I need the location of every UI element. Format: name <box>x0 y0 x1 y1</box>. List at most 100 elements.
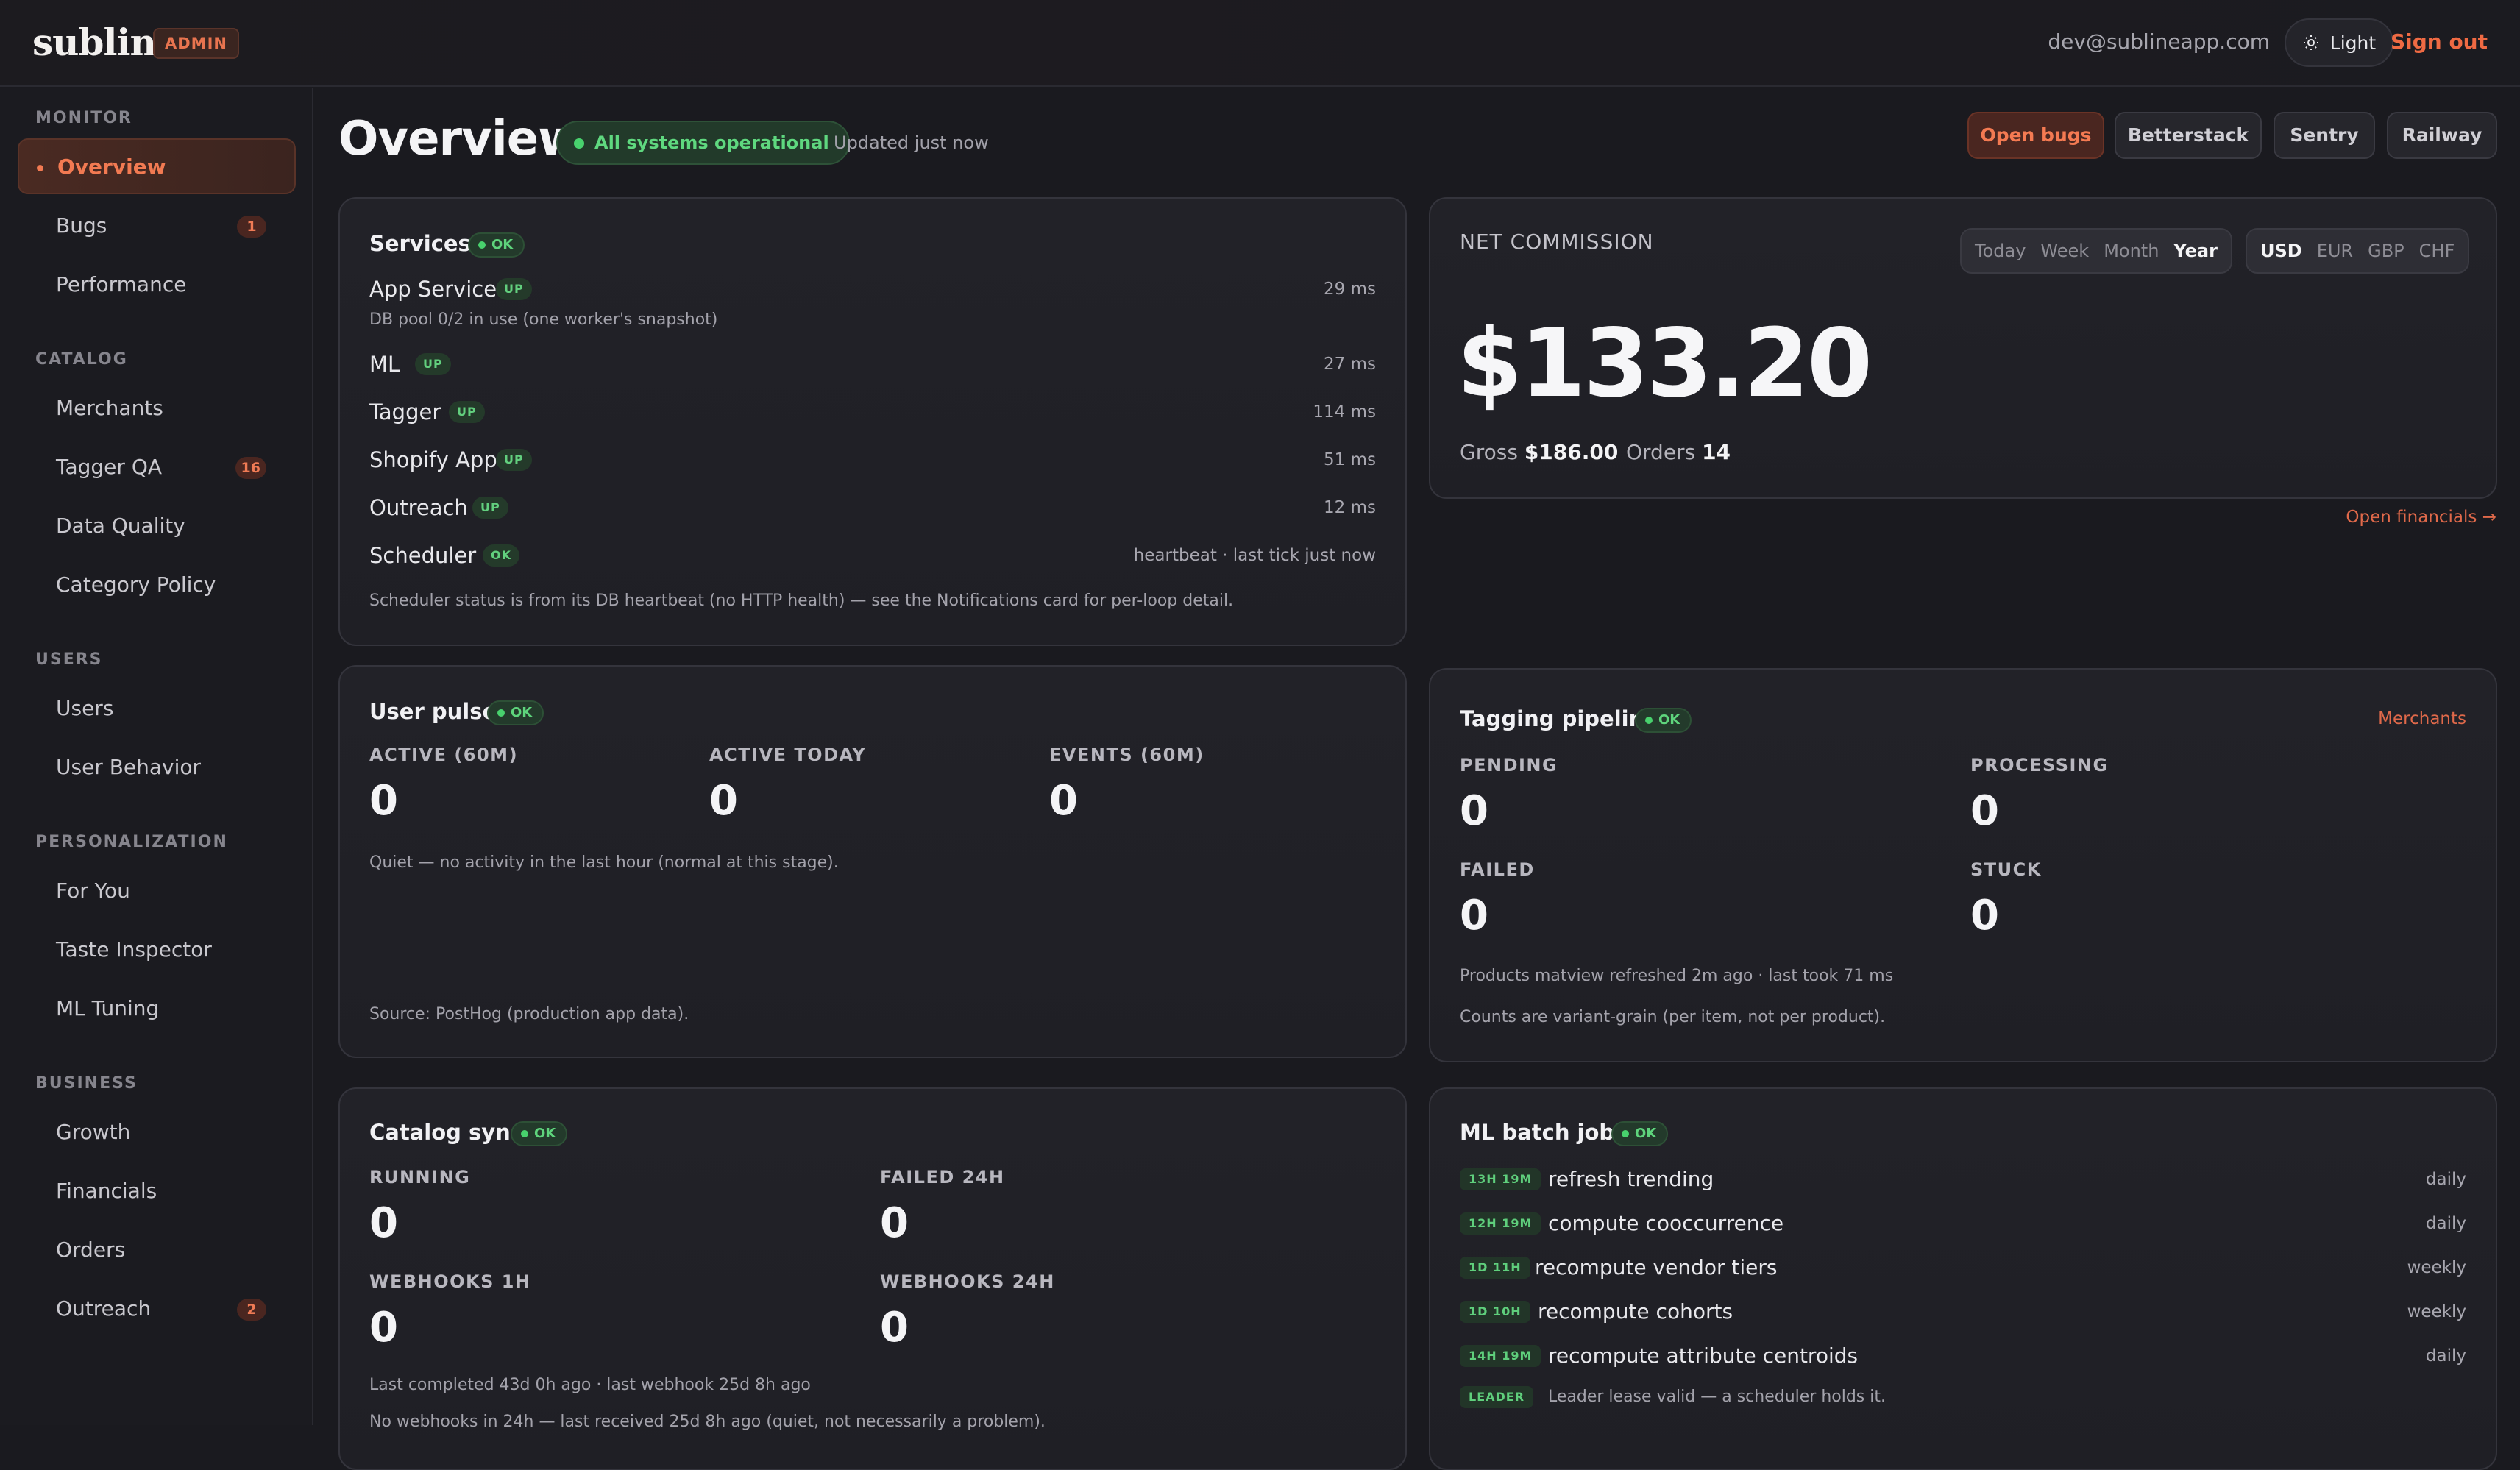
net-commission-amount: $133.20 <box>1457 309 1873 419</box>
period-today[interactable]: Today <box>1967 241 2033 261</box>
sentry-button[interactable]: Sentry <box>2274 112 2375 159</box>
period-selector: Today Week Month Year <box>1960 228 2232 274</box>
service-name: Shopify App <box>369 447 497 472</box>
service-latency: 114 ms <box>1313 402 1376 422</box>
service-name: Tagger <box>369 400 441 425</box>
sidebar-item-growth[interactable]: Growth <box>18 1104 296 1160</box>
stat-label: PROCESSING <box>1970 755 2109 775</box>
theme-label: Light <box>2329 32 2377 54</box>
job-frequency: daily <box>2425 1346 2466 1366</box>
status-dot-icon <box>478 241 486 249</box>
sidebar-item-for-you[interactable]: For You <box>18 862 296 918</box>
user-pulse-source: Source: PostHog (production app data). <box>369 1005 689 1023</box>
service-status-badge: UP <box>472 497 508 519</box>
currency-usd[interactable]: USD <box>2253 241 2310 261</box>
sidebar-item-user-behavior[interactable]: User Behavior <box>18 739 296 795</box>
system-status-badge: All systems operational <box>556 121 850 165</box>
services-footnote: Scheduler status is from its DB heartbea… <box>369 592 1234 610</box>
sidebar-item-category-policy[interactable]: Category Policy <box>18 556 296 612</box>
stat-value: 0 <box>709 777 738 825</box>
service-latency: heartbeat · last tick just now <box>1133 546 1376 565</box>
sidebar-item-outreach[interactable]: Outreach 2 <box>18 1280 296 1336</box>
services-card: Services OK App Service UP 29 ms DB pool… <box>338 197 1407 646</box>
job-age-badge: 1D 11H <box>1460 1257 1530 1279</box>
currency-gbp[interactable]: GBP <box>2360 241 2412 261</box>
sidebar-item-data-quality[interactable]: Data Quality <box>18 497 296 553</box>
user-email: dev@sublineapp.com <box>2048 29 2270 54</box>
gross-summary: Gross $186.00 <box>1460 440 1618 464</box>
orders-label: Orders <box>1626 440 1696 464</box>
nav-section-catalog: CATALOG <box>35 350 128 369</box>
railway-button[interactable]: Railway <box>2387 112 2497 159</box>
nav-section-users: USERS <box>35 650 103 669</box>
updated-timestamp: Updated just now <box>834 132 989 153</box>
open-financials-link[interactable]: Open financials → <box>2346 508 2496 527</box>
sidebar-item-label: ML Tuning <box>56 995 160 1020</box>
open-bugs-button[interactable]: Open bugs <box>1967 112 2104 159</box>
status-badge: OK <box>487 700 544 725</box>
sidebar-item-bugs[interactable]: Bugs 1 <box>18 197 296 253</box>
card-title: Tagging pipeline <box>1460 706 1658 731</box>
tagging-note: Products matview refreshed 2m ago · last… <box>1460 967 1894 985</box>
job-name: recompute cohorts <box>1538 1299 1733 1324</box>
theme-toggle-button[interactable]: Light <box>2285 18 2393 67</box>
service-name: Scheduler <box>369 543 477 568</box>
sidebar-item-label: For You <box>56 878 130 903</box>
period-week[interactable]: Week <box>2033 241 2096 261</box>
job-frequency: weekly <box>2407 1258 2466 1277</box>
stat-value: 0 <box>369 1199 398 1247</box>
status-dot-icon <box>574 138 584 149</box>
sign-out-link[interactable]: Sign out <box>2391 29 2488 54</box>
sidebar-item-overview[interactable]: Overview <box>18 138 296 194</box>
page-title: Overview <box>338 112 581 166</box>
sidebar-item-users[interactable]: Users <box>18 680 296 736</box>
stat-label: PENDING <box>1460 755 1558 775</box>
nav-section-personalization: PERSONALIZATION <box>35 833 228 851</box>
sidebar-item-orders[interactable]: Orders <box>18 1221 296 1277</box>
stat-value: 0 <box>1049 777 1078 825</box>
catalog-sync-note: No webhooks in 24h — last received 25d 8… <box>369 1413 1046 1431</box>
sidebar-item-label: Orders <box>56 1237 126 1262</box>
service-latency: 29 ms <box>1324 280 1376 299</box>
sidebar-item-label: Financials <box>56 1178 157 1203</box>
sidebar-item-label: Category Policy <box>56 572 216 597</box>
tagging-note: Counts are variant-grain (per item, not … <box>1460 1008 1886 1026</box>
orders-summary: Orders 14 <box>1626 440 1731 464</box>
service-latency: 51 ms <box>1324 450 1376 469</box>
net-commission-label: NET COMMISSION <box>1460 230 1654 254</box>
nav-section-monitor: MONITOR <box>35 109 132 127</box>
stat-value: 0 <box>369 1304 398 1352</box>
sidebar-item-financials[interactable]: Financials <box>18 1162 296 1218</box>
sidebar-item-tagger-qa[interactable]: Tagger QA 16 <box>18 438 296 494</box>
currency-chf[interactable]: CHF <box>2412 241 2463 261</box>
stat-value: 0 <box>1460 787 1488 835</box>
stat-label: EVENTS (60M) <box>1049 745 1204 765</box>
currency-eur[interactable]: EUR <box>2310 241 2360 261</box>
sidebar-item-taste-inspector[interactable]: Taste Inspector <box>18 921 296 977</box>
sidebar-item-label: Data Quality <box>56 513 185 538</box>
sidebar-item-label: Users <box>56 695 114 720</box>
stat-label: ACTIVE TODAY <box>709 745 867 765</box>
stat-label: WEBHOOKS 24H <box>880 1271 1055 1292</box>
merchants-link[interactable]: Merchants <box>2378 709 2466 728</box>
service-name: Outreach <box>369 495 468 520</box>
stat-label: FAILED <box>1460 859 1535 880</box>
service-status-badge: OK <box>483 544 519 567</box>
sun-icon <box>2303 35 2318 50</box>
sidebar-item-label: Merchants <box>56 395 163 420</box>
betterstack-button[interactable]: Betterstack <box>2115 112 2262 159</box>
card-title: Catalog sync <box>369 1120 524 1145</box>
period-year[interactable]: Year <box>2166 241 2224 261</box>
sidebar-item-merchants[interactable]: Merchants <box>18 380 296 436</box>
status-badge-text: OK <box>491 237 514 252</box>
orders-value: 14 <box>1702 440 1731 464</box>
sidebar-item-ml-tuning[interactable]: ML Tuning <box>18 980 296 1036</box>
catalog-sync-note: Last completed 43d 0h ago · last webhook… <box>369 1376 811 1394</box>
service-detail: DB pool 0/2 in use (one worker's snapsho… <box>369 310 718 329</box>
sidebar-item-performance[interactable]: Performance <box>18 256 296 312</box>
gross-value: $186.00 <box>1524 440 1619 464</box>
currency-selector: USD EUR GBP CHF <box>2246 228 2470 274</box>
admin-badge: ADMIN <box>153 28 239 59</box>
job-age-badge: 14H 19M <box>1460 1345 1541 1367</box>
period-month[interactable]: Month <box>2096 241 2166 261</box>
